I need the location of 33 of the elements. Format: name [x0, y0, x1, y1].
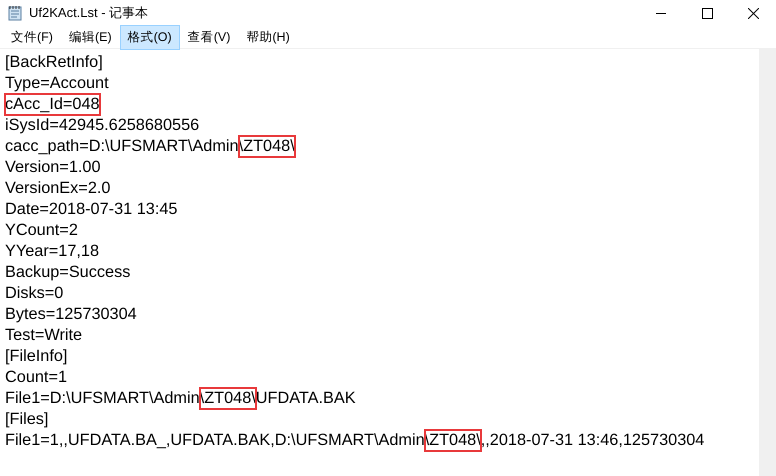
text-line: File1=D:\UFSMART\Admin [5, 388, 200, 409]
text-line: YCount=2 [5, 220, 78, 241]
text-line: cacc_path=D:\UFSMART\Admin [5, 136, 239, 157]
text-line: iSysId=42945.6258680556 [5, 115, 200, 136]
text-line: [Files] [5, 409, 48, 430]
text-line: [FileInfo] [5, 346, 68, 367]
highlighted-text: \ZT048\ [238, 136, 295, 157]
text-line: YYear=17,18 [5, 241, 100, 262]
highlighted-text: \ZT048\ [200, 388, 256, 409]
window-title: Uf2KAct.Lst - 记事本 [29, 4, 150, 22]
close-icon [748, 8, 758, 18]
text-line: Version=1.00 [5, 157, 101, 178]
text-line: Test=Write [5, 325, 82, 346]
text-line: VersionEx=2.0 [5, 178, 110, 199]
text-line: Date=2018-07-31 13:45 [5, 199, 178, 220]
text-line: Type=Account [5, 73, 109, 94]
text-line: UFDATA.BAK [256, 388, 356, 409]
highlighted-text: cAcc_Id=048 [5, 94, 100, 115]
text-line: [BackRetInfo] [5, 52, 103, 73]
text-line: ,,2018-07-31 13:46,125730304 [480, 430, 704, 451]
menu-item[interactable]: 格式(O) [120, 24, 180, 50]
text-line: Disks=0 [5, 283, 64, 304]
menu-item[interactable]: 查看(V) [180, 24, 238, 50]
highlighted-text: \ZT048\ [424, 430, 481, 451]
menu-item[interactable]: 文件(F) [3, 24, 61, 50]
text-line: File1=1,,UFDATA.BA_,UFDATA.BAK,D:\UFSMART\Admin [5, 430, 425, 451]
text-line: Count=1 [5, 367, 68, 388]
text-line: Backup=Success [5, 262, 130, 283]
notepad-icon [7, 5, 23, 21]
menu-item[interactable]: 帮助(H) [238, 24, 298, 50]
menu-item[interactable]: 编辑(E) [60, 24, 120, 50]
maximize-icon [702, 8, 712, 18]
text-line: Bytes=125730304 [5, 304, 137, 325]
